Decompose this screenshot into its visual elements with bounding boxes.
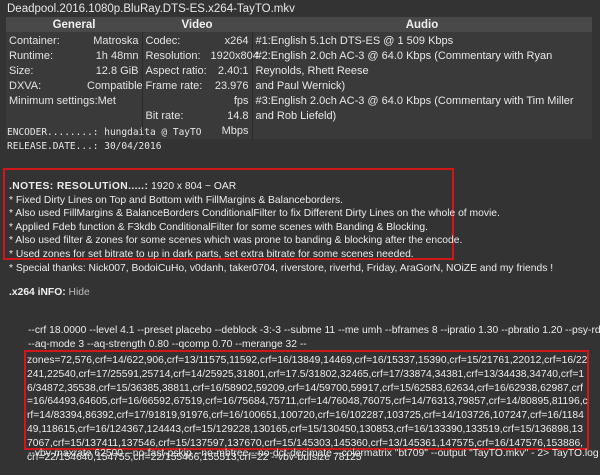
note-item: * Also used filter & zones for some scen… bbox=[9, 235, 463, 247]
note-item: * Used zones for set bitrate to up in da… bbox=[9, 248, 414, 260]
encoder-line: ENCODER........: hungdaita @ TayTO bbox=[7, 127, 202, 138]
video-column: Codec: x264 Resolution: 1920x804 Aspect ra… bbox=[141, 32, 259, 139]
special-thanks: * Special thanks: Nick007, BodoiCuHo, v0… bbox=[9, 262, 554, 274]
note-item: * Applied Fdeb function & F3kdb Conditio… bbox=[9, 221, 428, 233]
general-row: Runtime: 1h 48mn bbox=[9, 50, 139, 62]
audio-track: #1:English 5.1ch DTS-ES @ 1 509 Kbps bbox=[255, 35, 454, 47]
x264-info-header: .x264 iNFO: Hide bbox=[9, 287, 90, 298]
x264-line: --crf 18.0000 --level 4.1 --preset place… bbox=[28, 325, 600, 336]
note-item: * Also used FillMargins & BalanceBorders… bbox=[9, 208, 500, 220]
audio-header: Audio bbox=[252, 17, 592, 32]
note-item: * Fixed Dirty Lines on Top and Bottom wi… bbox=[9, 194, 344, 206]
mediainfo-table: General Video Audio Container: Matroska R… bbox=[6, 17, 592, 139]
general-row: DXVA: Compatible bbox=[9, 80, 143, 92]
notes-section: .NOTES: RESOLUTiON.....: 1920 x 804 ~ OA… bbox=[9, 180, 594, 275]
video-row: Resolution: 1920x804 bbox=[145, 50, 259, 62]
audio-track-continued: and Paul Wernick) bbox=[255, 80, 346, 92]
video-header: Video bbox=[142, 17, 252, 32]
general-row: Size: 12.8 GiB bbox=[9, 65, 139, 77]
release-filename: Deadpool.2016.1080p.BluRay.DTS-ES.x264-T… bbox=[7, 3, 295, 15]
x264-line-last: --vbv-maxrate 62500 --no-fast-pskip --no… bbox=[28, 448, 599, 459]
video-row: Aspect ratio: 2.40:1 bbox=[145, 65, 249, 77]
notes-header: .NOTES: RESOLUTiON.....: 1920 x 804 ~ OA… bbox=[9, 181, 237, 192]
audio-column: #1:English 5.1ch DTS-ES @ 1 509 Kbps #2:… bbox=[251, 32, 592, 139]
release-date-line: RELEASE.DATE...: 30/04/2016 bbox=[7, 141, 162, 152]
x264-settings: --crf 18.0000 --level 4.1 --preset place… bbox=[11, 324, 600, 351]
general-header: General bbox=[6, 17, 142, 32]
video-row: Frame rate: 23.976 fps bbox=[145, 80, 249, 107]
audio-track: #2:English 2.0ch AC-3 @ 64.0 Kbps (Comme… bbox=[255, 50, 553, 77]
general-column: Container: Matroska Runtime: 1h 48mn Size:… bbox=[6, 32, 143, 139]
hide-toggle-link[interactable]: Hide bbox=[69, 287, 90, 298]
audio-track: #3:English 2.0ch AC-3 @ 64.0 Kbps (Comme… bbox=[255, 95, 574, 122]
video-row: Codec: x264 bbox=[145, 35, 249, 47]
general-row: Minimum settings: Met bbox=[9, 95, 116, 107]
x264-info-label: .x264 iNFO: bbox=[9, 287, 66, 298]
general-row: Container: Matroska bbox=[9, 35, 139, 47]
